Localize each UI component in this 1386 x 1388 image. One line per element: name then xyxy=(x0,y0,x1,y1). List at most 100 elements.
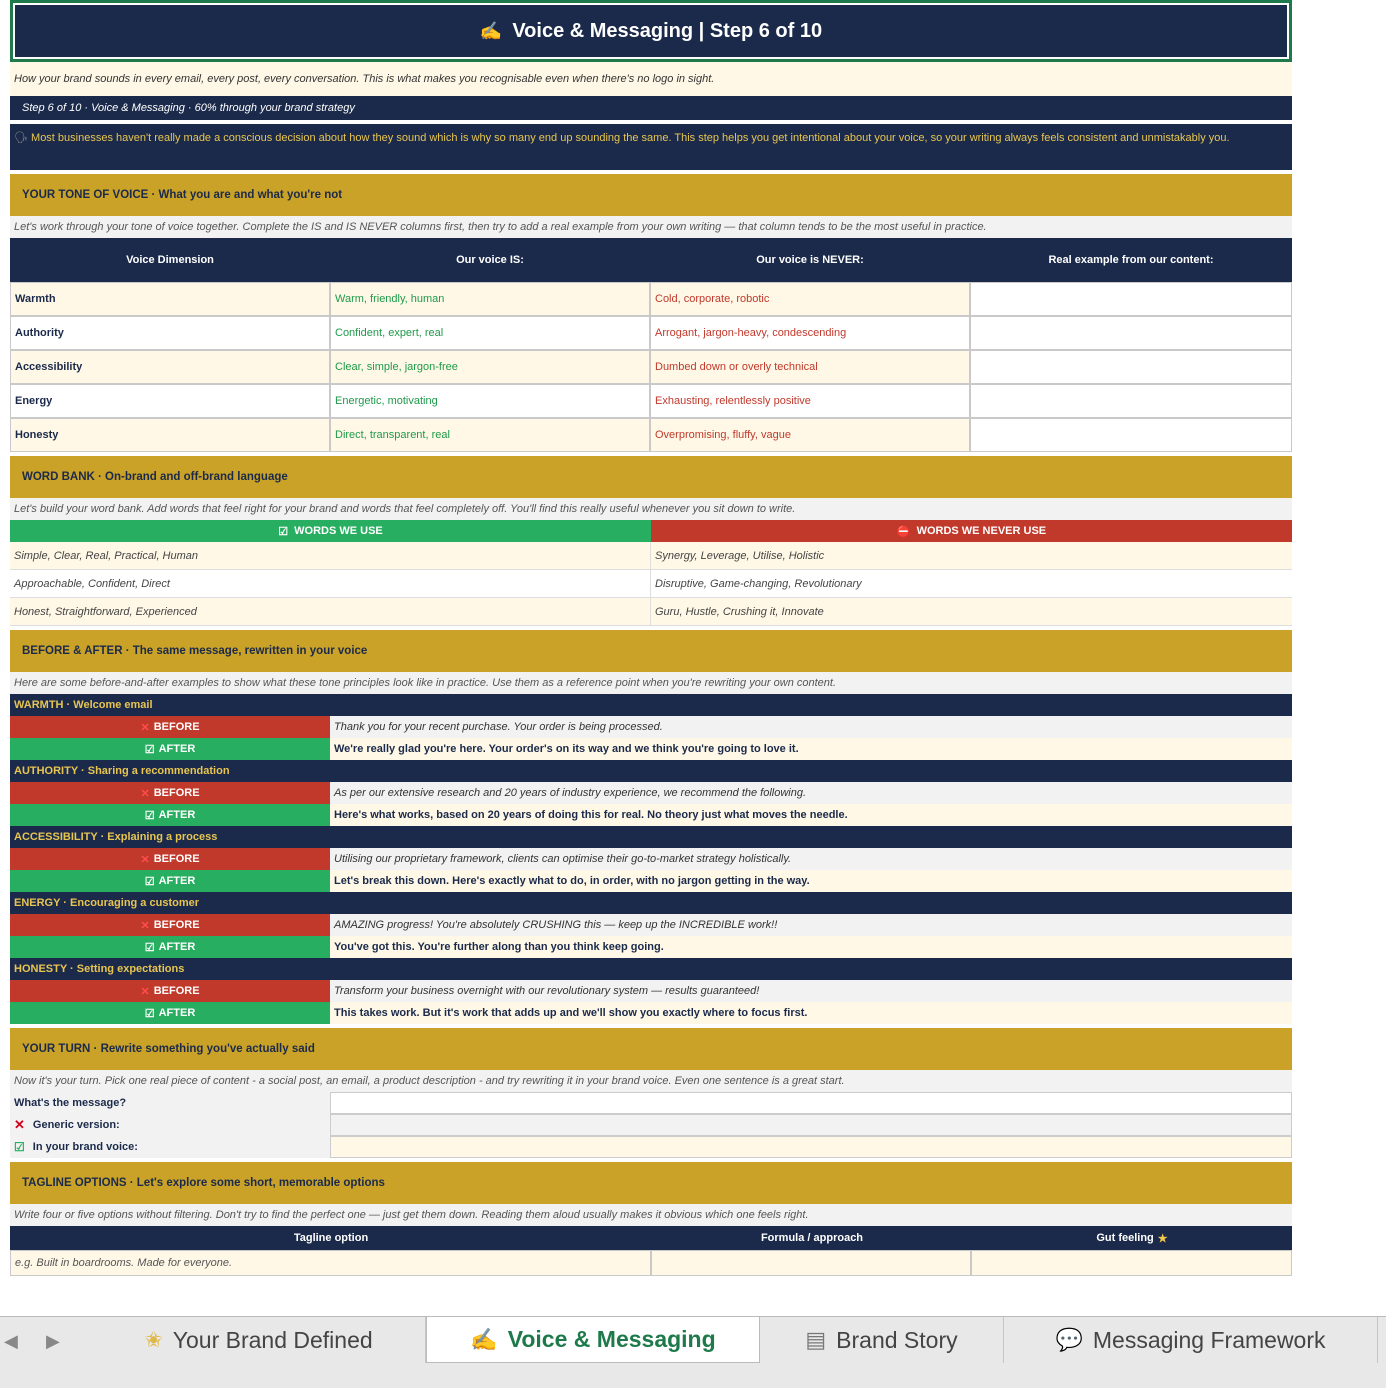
table-row: Honest, Straightforward, Experienced Guru… xyxy=(10,598,1292,626)
before-text: Thank you for your recent purchase. Your… xyxy=(330,716,1292,738)
words-we-never-use-cell[interactable]: Synergy, Leverage, Utilise, Holistic xyxy=(651,542,1292,570)
checkmark-icon: ☑ xyxy=(144,1007,155,1020)
after-text: Here's what works, based on 20 years of … xyxy=(330,804,1292,826)
after-text: Let's break this down. Here's exactly wh… xyxy=(330,870,1292,892)
cross-icon: ✕ xyxy=(140,787,150,800)
brand-voice-label: ☑ In your brand voice: xyxy=(10,1136,330,1158)
cross-icon: ✕ xyxy=(140,919,150,932)
tagline-header-formula: Formula / approach xyxy=(652,1226,972,1250)
after-text: This takes work. But it's work that adds… xyxy=(330,1002,1292,1024)
brand-voice-input[interactable] xyxy=(330,1136,1292,1158)
tagline-header-option: Tagline option xyxy=(10,1226,652,1250)
tone-is-cell[interactable]: Confident, expert, real xyxy=(330,316,650,350)
cross-icon: ✕ xyxy=(140,721,150,734)
generic-input[interactable] xyxy=(330,1114,1292,1136)
table-row: Honesty Direct, transparent, real Overprom… xyxy=(10,418,1292,452)
before-after-label: AUTHORITY · Sharing a recommendation xyxy=(10,760,1292,782)
before-row: ✕ BEFORE Transform your business overnight… xyxy=(10,980,1292,1002)
page-title-bar: ✍ Voice & Messaging | Step 6 of 10 xyxy=(10,0,1292,62)
checkmark-icon: ☑ xyxy=(144,743,155,756)
tagline-formula-cell[interactable] xyxy=(651,1250,971,1276)
checkmark-icon: ☑ xyxy=(144,809,155,822)
tone-is-cell[interactable]: Energetic, motivating xyxy=(330,384,650,418)
table-row: Simple, Clear, Real, Practical, Human Syn… xyxy=(10,542,1292,570)
checkmark-icon: ☑ xyxy=(278,525,289,538)
yourturn-row-generic: ✕ Generic version: xyxy=(10,1114,1292,1136)
words-we-use-header: ☑ WORDS WE USE xyxy=(10,520,651,542)
tab-scroll-right-icon[interactable]: ▶ xyxy=(46,1331,60,1352)
tone-dimension-cell[interactable]: Accessibility xyxy=(10,350,330,384)
tab-your-brand-defined[interactable]: ✬ Your Brand Defined xyxy=(92,1317,426,1363)
message-label: What's the message? xyxy=(10,1092,330,1114)
words-we-never-use-cell[interactable]: Disruptive, Game-changing, Revolutionary xyxy=(651,570,1292,598)
yourturn-row-message: What's the message? xyxy=(10,1092,1292,1114)
after-row: ☑ AFTER Let's break this down. Here's exac… xyxy=(10,870,1292,892)
tone-is-cell[interactable]: Warm, friendly, human xyxy=(330,282,650,316)
before-after-block: WARMTH · Welcome email ✕ BEFORE Thank you f… xyxy=(10,694,1292,760)
writing-hand-icon: ✍ xyxy=(479,20,503,41)
tone-dimension-cell[interactable]: Warmth xyxy=(10,282,330,316)
tone-example-cell[interactable] xyxy=(970,350,1292,384)
section-word-bank: WORD BANK · On-brand and off-brand langu… xyxy=(10,456,1292,498)
tone-example-cell[interactable] xyxy=(970,384,1292,418)
checkmark-icon: ☑ xyxy=(14,1140,25,1154)
tone-example-cell[interactable] xyxy=(970,316,1292,350)
section-tone-of-voice: YOUR TONE OF VOICE · What you are and wh… xyxy=(10,174,1292,216)
cross-icon: ✕ xyxy=(140,853,150,866)
after-tag: ☑ AFTER xyxy=(10,738,330,760)
tone-example-cell[interactable] xyxy=(970,282,1292,316)
before-tag: ✕ BEFORE xyxy=(10,848,330,870)
tone-header-example: Real example from our content: xyxy=(970,238,1292,282)
tone-is-cell[interactable]: Direct, transparent, real xyxy=(330,418,650,452)
tone-example-cell[interactable] xyxy=(970,418,1292,452)
tone-dimension-cell[interactable]: Energy xyxy=(10,384,330,418)
tone-never-cell[interactable]: Exhausting, relentlessly positive xyxy=(650,384,970,418)
no-entry-icon: ⛔ xyxy=(896,525,911,538)
beforeafter-hint: Here are some before-and-after examples … xyxy=(10,672,1292,694)
after-tag: ☑ AFTER xyxy=(10,870,330,892)
before-after-block: ENERGY · Encouraging a customer ✕ BEFORE AM… xyxy=(10,892,1292,958)
tone-dimension-cell[interactable]: Authority xyxy=(10,316,330,350)
before-after-block: ACCESSIBILITY · Explaining a process ✕ BEF… xyxy=(10,826,1292,892)
before-text: Utilising our proprietary framework, cli… xyxy=(330,848,1292,870)
words-we-use-cell[interactable]: Simple, Clear, Real, Practical, Human xyxy=(10,542,651,570)
before-after-label: ENERGY · Encouraging a customer xyxy=(10,892,1292,914)
checkmark-icon: ☑ xyxy=(144,941,155,954)
before-after-label: HONESTY · Setting expectations xyxy=(10,958,1292,980)
words-we-use-cell[interactable]: Approachable, Confident, Direct xyxy=(10,570,651,598)
before-text: As per our extensive research and 20 yea… xyxy=(330,782,1292,804)
table-row: Approachable, Confident, Direct Disruptiv… xyxy=(10,570,1292,598)
tagline-example-cell[interactable]: e.g. Built in boardrooms. Made for every… xyxy=(10,1250,651,1276)
words-we-never-use-cell[interactable]: Guru, Hustle, Crushing it, Innovate xyxy=(651,598,1292,626)
note-box: 🗣 Most businesses haven't really made a … xyxy=(10,124,1292,170)
tab-voice-messaging[interactable]: ✍ Voice & Messaging xyxy=(426,1317,760,1363)
table-row: Authority Confident, expert, real Arrogant… xyxy=(10,316,1292,350)
table-row: Accessibility Clear, simple, jargon-free D… xyxy=(10,350,1292,384)
tab-messaging-framework[interactable]: 💬 Messaging Framework xyxy=(1004,1317,1378,1363)
after-tag: ☑ AFTER xyxy=(10,804,330,826)
tone-never-cell[interactable]: Overpromising, fluffy, vague xyxy=(650,418,970,452)
intro-text: How your brand sounds in every email, ev… xyxy=(10,62,1292,96)
tab-scroll-left-icon[interactable]: ◀ xyxy=(4,1331,18,1352)
tagline-header-row: Tagline option Formula / approach Gut fe… xyxy=(10,1226,1292,1250)
tone-never-cell[interactable]: Dumbed down or overly technical xyxy=(650,350,970,384)
tone-never-cell[interactable]: Arrogant, jargon-heavy, condescending xyxy=(650,316,970,350)
before-row: ✕ BEFORE Utilising our proprietary framewo… xyxy=(10,848,1292,870)
tab-brand-story[interactable]: ▤ Brand Story xyxy=(760,1317,1004,1363)
tone-never-cell[interactable]: Cold, corporate, robotic xyxy=(650,282,970,316)
sheet-tab-bar: ◀ ▶ ✬ Your Brand Defined ✍ Voice & Messagi… xyxy=(0,1316,1386,1388)
cross-icon: ✕ xyxy=(140,985,150,998)
tagline-gut-cell[interactable] xyxy=(971,1250,1292,1276)
before-tag: ✕ BEFORE xyxy=(10,914,330,936)
tone-dimension-cell[interactable]: Honesty xyxy=(10,418,330,452)
table-row: Energy Energetic, motivating Exhausting, r… xyxy=(10,384,1292,418)
before-text: AMAZING progress! You're absolutely CRUS… xyxy=(330,914,1292,936)
after-text: You've got this. You're further along th… xyxy=(330,936,1292,958)
after-row: ☑ AFTER This takes work. But it's work tha… xyxy=(10,1002,1292,1024)
tone-header-row: Voice Dimension Our voice IS: Our voice … xyxy=(10,238,1292,282)
writing-hand-icon: ✍ xyxy=(470,1326,498,1352)
note-text: Most businesses haven't really made a co… xyxy=(31,132,1230,144)
tone-is-cell[interactable]: Clear, simple, jargon-free xyxy=(330,350,650,384)
message-input[interactable] xyxy=(330,1092,1292,1114)
words-we-use-cell[interactable]: Honest, Straightforward, Experienced xyxy=(10,598,651,626)
